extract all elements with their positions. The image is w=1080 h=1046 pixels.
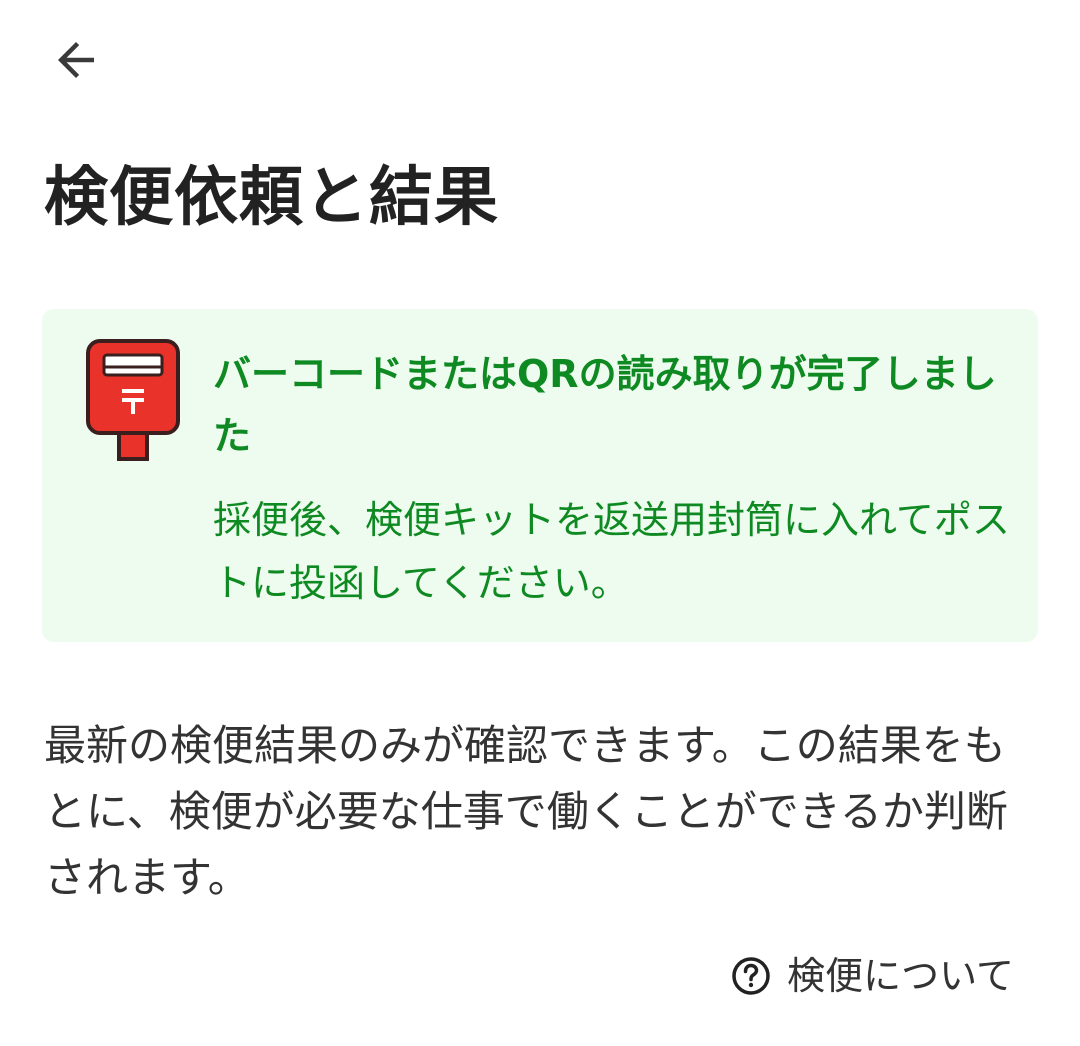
page-title: 検便依頼と結果 [44,161,499,235]
notice-card: バーコードまたはQRの読み取りが完了しました 採便後、検便キットを返送用封筒に入… [42,309,1038,642]
notice-heading: バーコードまたはQRの読み取りが完了しました [213,352,997,458]
postbox-icon [86,339,180,461]
notice-body: 採便後、検便キットを返送用封筒に入れてポストに投函してください。 [213,498,1010,605]
arrow-left-icon [58,42,94,78]
question-circle-icon [731,956,771,996]
about-stool-test-link[interactable]: 検便について [731,948,1014,1004]
back-button[interactable] [38,22,114,98]
description-text: 最新の検便結果のみが確認できます。この結果をもとに、検便が必要な仕事で働くことが… [44,721,1008,902]
help-link-label: 検便について [787,954,1014,998]
